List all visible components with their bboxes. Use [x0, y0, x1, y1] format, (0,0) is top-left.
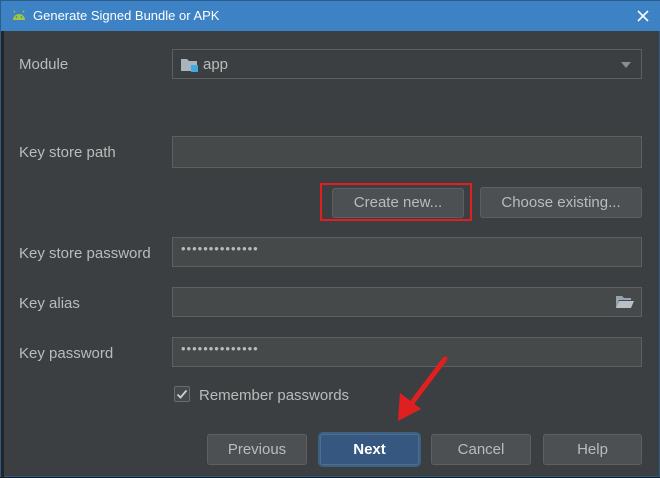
choose-existing-button[interactable]: Choose existing...: [480, 187, 642, 218]
module-dropdown[interactable]: app: [172, 49, 642, 79]
key-password-label: Key password: [19, 345, 114, 362]
key-store-path-input[interactable]: [172, 136, 642, 168]
remember-passwords-label[interactable]: Remember passwords: [199, 387, 349, 404]
key-store-password-label: Key store password: [19, 245, 151, 262]
cancel-button[interactable]: Cancel: [431, 434, 531, 465]
create-new-button[interactable]: Create new...: [332, 188, 464, 218]
browse-alias-button[interactable]: [615, 291, 637, 313]
remember-passwords-checkbox[interactable]: [174, 386, 190, 402]
open-folder-icon: [616, 296, 634, 308]
close-button[interactable]: [633, 6, 653, 26]
checkmark-icon: [176, 389, 188, 399]
key-password-value: ••••••••••••••: [181, 341, 259, 356]
android-icon: [13, 10, 25, 20]
close-icon: [637, 10, 649, 22]
title-bar: Generate Signed Bundle or APK: [1, 1, 660, 31]
window-title: Generate Signed Bundle or APK: [33, 8, 220, 23]
key-alias-input[interactable]: [172, 287, 642, 317]
key-password-input[interactable]: ••••••••••••••: [172, 337, 642, 367]
previous-button[interactable]: Previous: [207, 434, 307, 465]
chevron-down-icon: [621, 62, 631, 68]
next-button[interactable]: Next: [320, 434, 419, 465]
help-button[interactable]: Help: [543, 434, 642, 465]
module-value: app: [203, 56, 229, 73]
module-folder-icon: [181, 59, 198, 72]
key-alias-label: Key alias: [19, 295, 80, 312]
key-store-password-value: ••••••••••••••: [181, 241, 259, 256]
key-store-password-input[interactable]: ••••••••••••••: [172, 237, 642, 267]
key-store-path-label: Key store path: [19, 144, 116, 161]
signed-bundle-dialog: Generate Signed Bundle or APK Module app…: [0, 0, 660, 478]
module-label: Module: [19, 56, 69, 73]
window-edge: [1, 31, 4, 478]
